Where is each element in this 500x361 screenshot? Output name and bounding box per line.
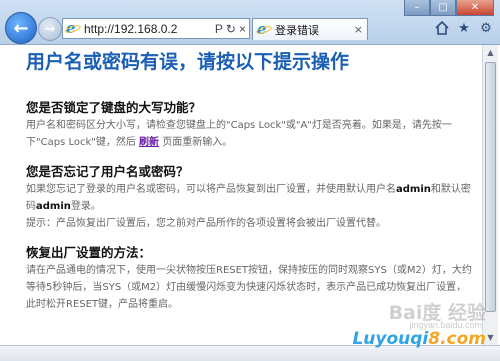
tools-gear-icon[interactable]: ⚙	[478, 20, 494, 36]
forgot-credentials-paragraph: 如果您忘记了登录的用户名或密码，可以将产品恢复到出厂设置，并使用默认用户名adm…	[26, 181, 476, 215]
minimize-button[interactable]: –	[404, 0, 430, 16]
page-title: 用户名或密码有误，请按以下提示操作	[26, 51, 350, 73]
back-arrow-icon[interactable]: ←	[5, 12, 37, 44]
tab-title: 登录错误	[275, 23, 319, 37]
window-controls: – □ ✕	[404, 0, 494, 16]
browser-window: ← → e http://192.168.0.2 Ρ ↻ × e 登录错误 × …	[0, 0, 500, 361]
status-bar	[0, 345, 500, 361]
maximize-button[interactable]: □	[430, 0, 456, 16]
tab-login-error[interactable]: e 登录错误 ×	[252, 18, 368, 40]
ie-logo-icon: e	[64, 19, 82, 37]
refresh-link[interactable]: 刷新	[139, 137, 159, 148]
address-bar[interactable]: e http://192.168.0.2 Ρ ↻ ×	[62, 18, 250, 39]
browser-toolbar: ← → e http://192.168.0.2 Ρ ↻ × e 登录错误 × …	[0, 0, 500, 45]
forgot-text-d: 登录。	[70, 201, 101, 212]
caps-lock-heading: 您是否锁定了键盘的大写功能？	[26, 100, 202, 115]
tab-close-icon[interactable]: ×	[354, 23, 363, 36]
forgot-text-a: 如果您忘记了登录的用户名或密码，可以将产品恢复到出厂设置，并使用默认用户名	[26, 184, 396, 195]
favorites-star-icon[interactable]: ★	[456, 20, 472, 36]
scroll-down-icon[interactable]: ▼	[483, 330, 498, 345]
factory-reset-paragraph: 请在产品通电的情况下，使用一尖状物按压RESET按钮，保持按压的同时观察SYS（…	[26, 265, 472, 310]
factory-reset-heading: 恢复出厂设置的方法：	[26, 245, 152, 260]
toolbar-icons: ★ ⚙	[434, 20, 494, 36]
vertical-scrollbar[interactable]: ▲ ▼	[482, 45, 498, 345]
default-password: admin	[36, 201, 71, 212]
caps-lock-text-end: 页面重新输入。	[159, 137, 233, 148]
search-icon[interactable]: Ρ	[215, 22, 223, 36]
address-url[interactable]: http://192.168.0.2	[84, 22, 212, 36]
page-content: 用户名或密码有误，请按以下提示操作 您是否锁定了键盘的大写功能？ 用户名和密码区…	[0, 45, 482, 345]
default-username: admin	[396, 184, 431, 195]
stop-icon[interactable]: ×	[239, 22, 246, 36]
caps-lock-paragraph: 用户名和密码区分大小写，请检查您键盘上的"Caps Lock"或"A"灯是否亮着…	[26, 117, 476, 151]
forgot-credentials-heading: 您是否忘记了用户名或密码？	[26, 164, 189, 179]
refresh-icon[interactable]: ↻	[226, 22, 236, 36]
scrollbar-thumb[interactable]	[485, 62, 496, 312]
caps-lock-text: 用户名和密码区分大小写，请检查您键盘上的"Caps Lock"或"A"灯是否亮着…	[26, 120, 452, 148]
reset-tip-paragraph: 提示：产品恢复出厂设置后，您之前对产品所作的各项设置将会被出厂设置代替。	[26, 218, 386, 229]
home-icon[interactable]	[434, 20, 450, 36]
forward-arrow-icon[interactable]: →	[38, 17, 62, 41]
scroll-up-icon[interactable]: ▲	[483, 45, 498, 60]
ie-logo-icon: e	[255, 20, 273, 38]
close-window-button[interactable]: ✕	[456, 0, 494, 16]
